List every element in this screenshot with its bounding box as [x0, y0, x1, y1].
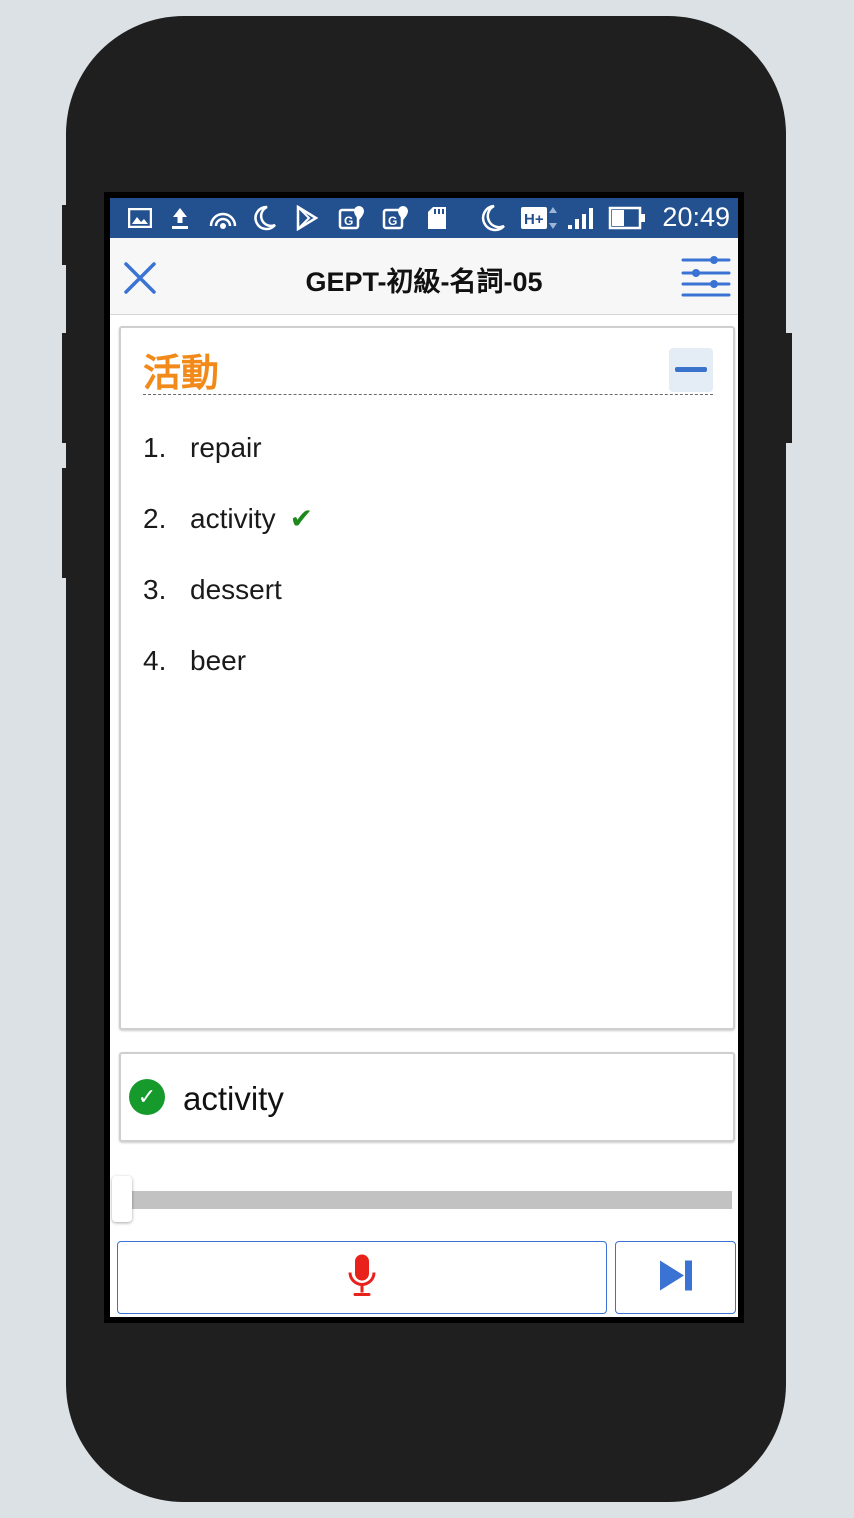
- collapse-icon[interactable]: [669, 348, 713, 392]
- page-title: GEPT-初級-名詞-05: [305, 267, 543, 297]
- moon-icon: [478, 204, 506, 232]
- side-button-left-2: [62, 333, 74, 443]
- image-icon: [128, 204, 152, 232]
- option-number: 4.: [143, 644, 167, 676]
- option-number: 1.: [143, 431, 167, 463]
- svg-text:G: G: [388, 214, 397, 228]
- clock-time: 20:49: [662, 202, 730, 232]
- option-item[interactable]: 1. repair: [143, 412, 313, 483]
- answer-result-box: ✓ activity: [119, 1052, 735, 1142]
- skip-next-icon: [658, 1258, 694, 1297]
- side-button-right: [780, 333, 792, 443]
- battery-icon: [608, 204, 646, 232]
- network-h-plus-icon: H+: [520, 204, 560, 232]
- option-item[interactable]: 4. beer: [143, 625, 313, 696]
- option-text: activity: [190, 502, 276, 534]
- close-icon[interactable]: [120, 258, 160, 298]
- next-button[interactable]: [615, 1241, 736, 1314]
- option-text: repair: [190, 431, 262, 463]
- progress-thumb[interactable]: [112, 1176, 132, 1222]
- app-screen: G G H+ 20:49 GEPT-初級-名詞-05 活動 1. repair …: [110, 198, 738, 1317]
- option-text: dessert: [190, 573, 282, 605]
- side-button-left-1: [62, 205, 74, 265]
- option-item[interactable]: 2. activity ✔: [143, 483, 313, 554]
- option-text: beer: [190, 644, 247, 676]
- maps-icon: G: [382, 204, 410, 232]
- option-number: 2.: [143, 502, 167, 534]
- record-button[interactable]: [117, 1241, 607, 1314]
- hotspot-icon: [208, 204, 238, 232]
- app-header: GEPT-初級-名詞-05: [110, 238, 738, 315]
- option-item[interactable]: 3. dessert: [143, 554, 313, 625]
- card-divider: [143, 394, 713, 395]
- sliders-icon[interactable]: [680, 254, 732, 298]
- progress-track[interactable]: [130, 1191, 732, 1209]
- side-button-left-3: [62, 468, 74, 578]
- answer-options: 1. repair 2. activity ✔ 3. dessert 4. be…: [143, 412, 313, 696]
- play-store-icon: [295, 204, 319, 232]
- upload-icon: [170, 204, 190, 232]
- check-icon: ✔: [289, 503, 314, 534]
- status-bar: G G H+ 20:49: [110, 198, 738, 238]
- question-card: 活動 1. repair 2. activity ✔ 3. dessert 4.…: [119, 326, 735, 1030]
- check-circle-icon: ✓: [129, 1079, 165, 1115]
- question-word: 活動: [143, 353, 220, 395]
- moon-icon: [253, 204, 277, 232]
- microphone-icon: [347, 1252, 377, 1303]
- signal-icon: [566, 204, 600, 232]
- maps-icon: G: [338, 204, 366, 232]
- sd-card-icon: [426, 204, 448, 232]
- option-number: 3.: [143, 573, 167, 605]
- answer-text: activity: [183, 1080, 284, 1117]
- svg-text:G: G: [344, 214, 353, 228]
- svg-text:H+: H+: [524, 211, 544, 228]
